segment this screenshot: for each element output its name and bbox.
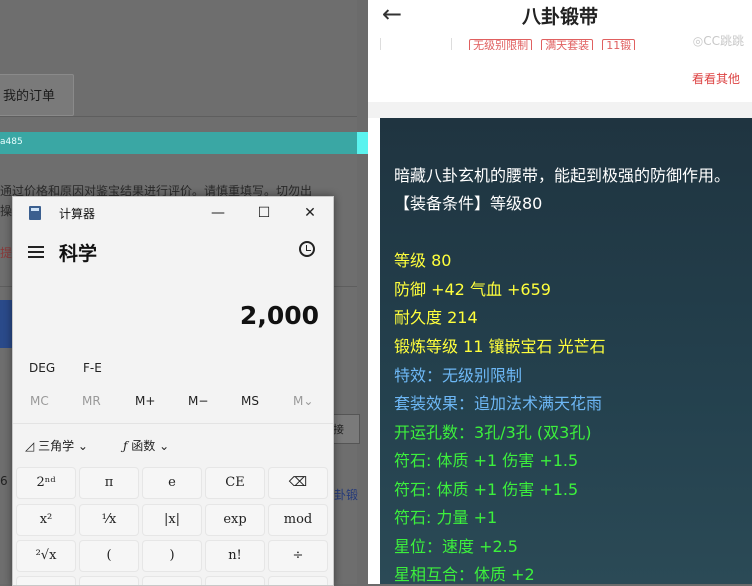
tag-row: 无级别限制 满天套装 11锻	[380, 38, 639, 50]
socket-count: 开运孔数：3孔/3孔 (双3孔)	[394, 423, 592, 442]
memory-add-button[interactable]: M+	[135, 394, 155, 408]
absolute-key[interactable]: |x|	[142, 504, 202, 536]
star-combo: 星相互合：体质 +2	[394, 565, 535, 584]
stat-defense-hp: 防御 +42 气血 +659	[394, 280, 551, 299]
close-paren-key[interactable]: )	[142, 540, 202, 572]
calculator-mode: 科学	[59, 243, 98, 265]
cyan-bar-dimmed: a485	[0, 132, 357, 154]
backspace-icon[interactable]: ⌫	[268, 467, 328, 499]
bg-side-label: 接	[333, 423, 344, 436]
function-icon: ƒ	[123, 439, 128, 453]
bg-side-button[interactable]: 接	[330, 414, 360, 444]
tag: 无级别限制	[469, 39, 533, 50]
see-others-link[interactable]: 看看其他	[692, 70, 740, 87]
function-label: 函数	[131, 439, 156, 453]
square-root-key[interactable]: ²√x	[16, 540, 76, 572]
rune-line: 符石: 体质 +1 伤害 +1.5	[394, 480, 579, 499]
bg-side-link[interactable]: 卦锻	[334, 486, 358, 503]
set-effect: 套装效果：追加法术满天花雨	[394, 394, 603, 413]
deg-toggle[interactable]: DEG	[29, 361, 55, 375]
my-orders-tab[interactable]: 我的订单	[0, 74, 74, 116]
triangle-icon: ◿	[25, 439, 35, 453]
my-orders-label: 我的订单	[3, 89, 56, 104]
function-dropdown[interactable]: ƒ 函数 ⌄	[123, 437, 169, 454]
calculator-title: 计算器	[59, 207, 96, 221]
maximize-button[interactable]: ☐	[249, 201, 279, 225]
calculator-key[interactable]	[268, 576, 328, 585]
factorial-key[interactable]: n!	[205, 540, 265, 572]
memory-store-button[interactable]: MS	[241, 394, 259, 408]
chevron-down-icon: ⌄	[159, 439, 170, 453]
bg-side-number: 6	[0, 474, 8, 488]
divider	[13, 423, 333, 424]
cyan-bar-text: a485	[0, 137, 23, 147]
calculator-titlebar[interactable]: 计算器 — ☐ ✕	[13, 197, 333, 229]
trigonometry-dropdown[interactable]: ◿ 三角学 ⌄	[25, 437, 88, 454]
clear-entry-key[interactable]: CE	[205, 467, 265, 499]
reciprocal-key[interactable]: ¹⁄x	[79, 504, 139, 536]
memory-subtract-button[interactable]: M−	[188, 394, 208, 408]
divider	[0, 116, 357, 117]
minimize-button[interactable]: —	[203, 201, 233, 225]
open-paren-key[interactable]: (	[79, 540, 139, 572]
mod-key[interactable]: mod	[268, 504, 328, 536]
section-separator	[368, 102, 752, 118]
item-detail-page: ← 八卦锻带 无级别限制 满天套装 11锻 ◎CC跳跳 看看其他 暗藏八卦玄机的…	[368, 0, 752, 584]
calculator-display: 2,000	[239, 301, 319, 330]
item-description: 暗藏八卦玄机的腰带，能起到极强的防御作用。	[394, 166, 731, 185]
calculator-window: 计算器 — ☐ ✕ 科学 2,000 DEG F-E MC MR M+ M− M…	[12, 196, 334, 586]
close-button[interactable]: ✕	[295, 201, 325, 225]
memory-clear-button[interactable]: MC	[30, 394, 49, 408]
tag: 满天套装	[541, 39, 594, 50]
rune-line: 符石: 力量 +1	[394, 508, 498, 527]
square-key[interactable]: x²	[16, 504, 76, 536]
calculator-app-icon	[29, 206, 41, 220]
second-function-key[interactable]: 2ⁿᵈ	[16, 467, 76, 499]
calculator-key[interactable]	[205, 576, 265, 585]
chevron-down-icon: ⌄	[77, 439, 88, 453]
menu-icon[interactable]	[28, 246, 44, 258]
trigonometry-label: 三角学	[38, 439, 75, 453]
stat-level: 等级 80	[394, 251, 452, 270]
stat-forge-gem: 锻炼等级 11 镶嵌宝石 光芒石	[394, 337, 606, 356]
pi-key[interactable]: π	[79, 467, 139, 499]
exp-key[interactable]: exp	[205, 504, 265, 536]
calculator-key[interactable]	[142, 576, 202, 585]
item-stats-panel: 暗藏八卦玄机的腰带，能起到极强的防御作用。 【装备条件】等级80 等级 80 防…	[380, 118, 752, 584]
tag-placeholder	[380, 38, 452, 50]
watermark-logo: ◎CC跳跳	[692, 34, 744, 48]
history-icon[interactable]	[299, 241, 315, 257]
stat-durability: 耐久度 214	[394, 308, 478, 327]
divide-key[interactable]: ÷	[268, 540, 328, 572]
euler-key[interactable]: e	[142, 467, 202, 499]
rune-line: 符石: 体质 +1 伤害 +1.5	[394, 451, 579, 470]
star-position: 星位：速度 +2.5	[394, 537, 518, 556]
fe-toggle[interactable]: F-E	[83, 361, 102, 375]
calculator-key[interactable]	[79, 576, 139, 585]
special-effect: 特效：无级别限制	[394, 366, 523, 385]
equip-requirement: 【装备条件】等级80	[394, 194, 543, 213]
calculator-key[interactable]	[16, 576, 76, 585]
tag: 11锻	[602, 39, 636, 50]
page-title: 八卦锻带	[521, 6, 598, 28]
memory-list-button[interactable]: M⌄	[293, 394, 313, 408]
memory-recall-button[interactable]: MR	[82, 394, 101, 408]
